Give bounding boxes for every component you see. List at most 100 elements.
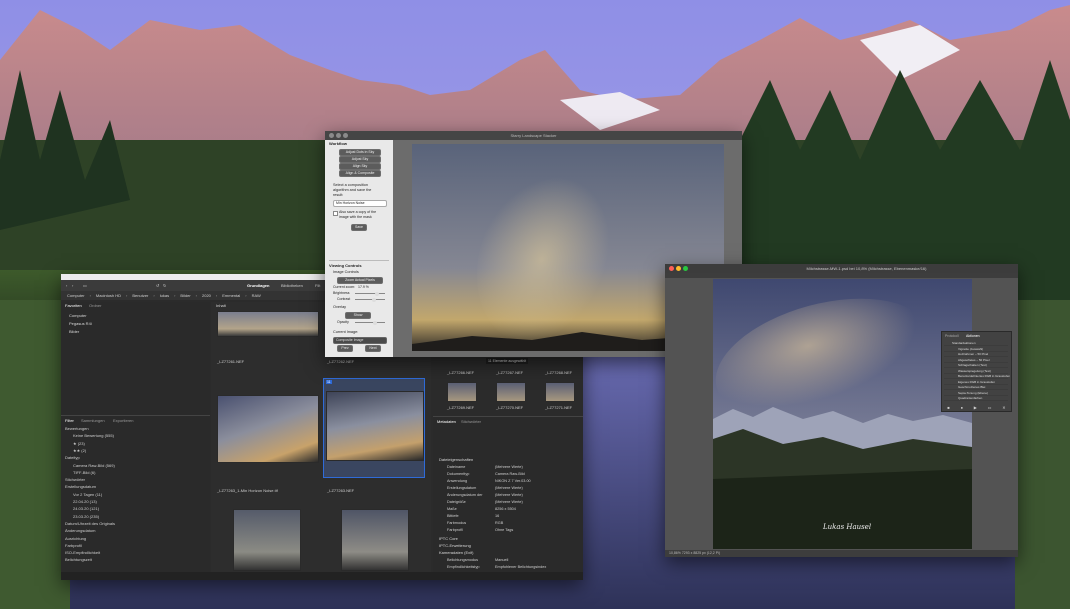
- adjust-dots-button[interactable]: Adjust Dots in Sky: [339, 149, 381, 156]
- filter-row[interactable]: ★★ (2): [73, 448, 86, 453]
- tab-ordner[interactable]: Ordner: [89, 303, 101, 308]
- metadata-section[interactable]: Kameradaten (Exif): [439, 550, 473, 555]
- action-item[interactable]: Wasserspiegelung (Text): [944, 369, 1008, 374]
- action-item[interactable]: Geschmolzenes Blei: [944, 385, 1008, 391]
- close-button[interactable]: [669, 266, 674, 271]
- thumbnail[interactable]: [233, 509, 301, 571]
- stop-icon[interactable]: ■: [947, 405, 949, 410]
- filter-row[interactable]: Ausrichtung: [65, 536, 86, 541]
- tab-exportieren[interactable]: Exportieren: [113, 418, 133, 423]
- filter-row[interactable]: ★ (23): [73, 441, 85, 446]
- tab-bibliotheken[interactable]: Bibliotheken: [281, 283, 303, 288]
- trash-icon[interactable]: ✕: [1002, 405, 1005, 410]
- filter-row[interactable]: 22.04.20 (13): [73, 499, 97, 504]
- tab-sammlungen[interactable]: Sammlungen: [81, 418, 105, 423]
- opacity-slider[interactable]: [355, 320, 385, 325]
- slider-knob[interactable]: [374, 291, 379, 296]
- slider-knob[interactable]: [373, 320, 377, 325]
- metadata-section[interactable]: Dateieigenschaften: [439, 457, 473, 462]
- breadcrumb-item[interactable]: lukas: [160, 293, 169, 298]
- filter-row[interactable]: Stichwörter: [65, 477, 85, 482]
- filter-row[interactable]: Farbprofil: [65, 543, 82, 548]
- metadata-value: (Mehrere Werte): [495, 500, 523, 504]
- tab-stichwoerter[interactable]: Stichwörter: [461, 419, 481, 424]
- favorite-item-pegasus[interactable]: Pegasus R4i: [69, 321, 92, 326]
- rotate-icon[interactable]: ↺: [156, 283, 159, 288]
- metadata-section[interactable]: IPTC-Erweiterung: [439, 543, 471, 548]
- filter-row[interactable]: TIFF-Bild (6): [73, 470, 95, 475]
- thumbnail[interactable]: [326, 391, 424, 461]
- breadcrumb-item[interactable]: 2020: [202, 293, 211, 298]
- filter-row[interactable]: Änderungsdatum: [65, 528, 95, 533]
- metadata-section[interactable]: IPTC Core: [439, 536, 458, 541]
- thumbnail[interactable]: [496, 382, 526, 402]
- forward-icon[interactable]: ›: [72, 283, 73, 288]
- tab-metadaten[interactable]: Metadaten: [437, 419, 456, 424]
- breadcrumb-item[interactable]: Emmental: [222, 293, 240, 298]
- tab-protokoll[interactable]: Protokoll: [945, 334, 959, 338]
- favorite-item-computer[interactable]: Computer: [69, 313, 87, 318]
- action-item[interactable]: Schlagschatten (Text): [944, 363, 1008, 369]
- thumbnail[interactable]: [341, 509, 409, 571]
- show-overlay-button[interactable]: Show: [345, 312, 371, 319]
- filter-row[interactable]: Bewertungen: [65, 426, 89, 431]
- zoom-actual-pixels-button[interactable]: Zoom Actual Pixels: [337, 277, 383, 284]
- action-item[interactable]: Sepia-Tonung (Ebene): [944, 391, 1008, 396]
- filter-row[interactable]: Belichtungszeit: [65, 557, 92, 562]
- thumbnail[interactable]: [217, 395, 319, 463]
- thumbnail[interactable]: [447, 382, 477, 402]
- tab-filter[interactable]: Filt: [315, 283, 320, 288]
- save-button[interactable]: Save: [351, 224, 367, 231]
- contrast-slider[interactable]: [355, 297, 385, 302]
- back-icon[interactable]: ‹: [66, 283, 67, 288]
- filter-row[interactable]: Vor 2 Tagen (11): [73, 492, 102, 497]
- favorite-item-bilder[interactable]: Bilder: [69, 329, 79, 334]
- brightness-slider[interactable]: [355, 291, 385, 296]
- play-icon[interactable]: ▶: [974, 405, 977, 410]
- tab-grundlagen[interactable]: Grundlagen: [247, 283, 269, 288]
- tab-aktionen[interactable]: Aktionen: [966, 334, 980, 338]
- next-button[interactable]: Next: [365, 345, 381, 352]
- slider-knob[interactable]: [371, 297, 376, 302]
- new-folder-icon[interactable]: ▭: [988, 405, 992, 410]
- filter-row[interactable]: Dateityp: [65, 455, 80, 460]
- action-item[interactable]: Benutzerdefiniertes RGB in Graustufen: [944, 374, 1010, 380]
- adjust-sky-button[interactable]: Adjust Sky: [339, 156, 381, 163]
- thumbnail[interactable]: [545, 382, 575, 402]
- folder-icon[interactable]: ▭: [83, 283, 87, 288]
- record-icon[interactable]: ●: [961, 405, 963, 410]
- tab-filter-panel[interactable]: Filter: [65, 418, 74, 423]
- align-composite-button[interactable]: Align & Composite: [339, 170, 381, 177]
- filter-row[interactable]: 23.03.20 (235): [73, 514, 99, 519]
- save-mask-checkbox[interactable]: [333, 211, 338, 216]
- minimize-button[interactable]: [676, 266, 681, 271]
- breadcrumb-item[interactable]: Bilder: [180, 293, 190, 298]
- action-item[interactable]: Quadrantenfarben: [944, 396, 1008, 402]
- metadata-value: RGB: [495, 521, 504, 525]
- refresh-icon[interactable]: ↻: [163, 283, 166, 288]
- filter-row[interactable]: Erstellungsdatum: [65, 484, 96, 489]
- action-item[interactable]: Abgesoftetes – 50 Pixel: [944, 358, 1008, 363]
- filter-row[interactable]: 24.03.20 (121): [73, 506, 99, 511]
- align-sky-button[interactable]: Align Sky: [339, 163, 381, 170]
- breadcrumb-item[interactable]: RAW: [252, 293, 261, 298]
- filter-row[interactable]: Datum/Uhrzeit des Originals: [65, 521, 115, 526]
- zoom-button[interactable]: [683, 266, 688, 271]
- current-image-select[interactable]: Composite Image: [333, 337, 387, 344]
- tab-favoriten[interactable]: Favoriten: [65, 303, 82, 308]
- filter-row[interactable]: ISO-Empfindlichkeit: [65, 550, 100, 555]
- action-item[interactable]: Holzrahmen – 50 Pixel: [944, 352, 1008, 358]
- selected-cell[interactable]: 11: [323, 378, 425, 478]
- filter-row[interactable]: Camera Raw-Bild (569): [73, 463, 115, 468]
- filter-row[interactable]: Keine Bewertung (555): [73, 433, 114, 438]
- action-item[interactable]: Vignette (Auswahl): [944, 347, 1008, 352]
- breadcrumb-item[interactable]: Macintosh HD: [96, 293, 121, 298]
- prev-button[interactable]: Prev: [337, 345, 353, 352]
- action-item[interactable]: Standardaktionen: [944, 341, 1008, 347]
- action-item[interactable]: Eigenes RGB in Graustufen: [944, 380, 1008, 385]
- file-name: _LZ77271.NEF: [545, 405, 573, 410]
- breadcrumb-item[interactable]: Benutzer: [132, 293, 148, 298]
- breadcrumb-item[interactable]: Computer: [67, 293, 85, 298]
- algorithm-select[interactable]: Min Horizon Noise: [333, 200, 387, 207]
- thumbnail[interactable]: [217, 311, 319, 337]
